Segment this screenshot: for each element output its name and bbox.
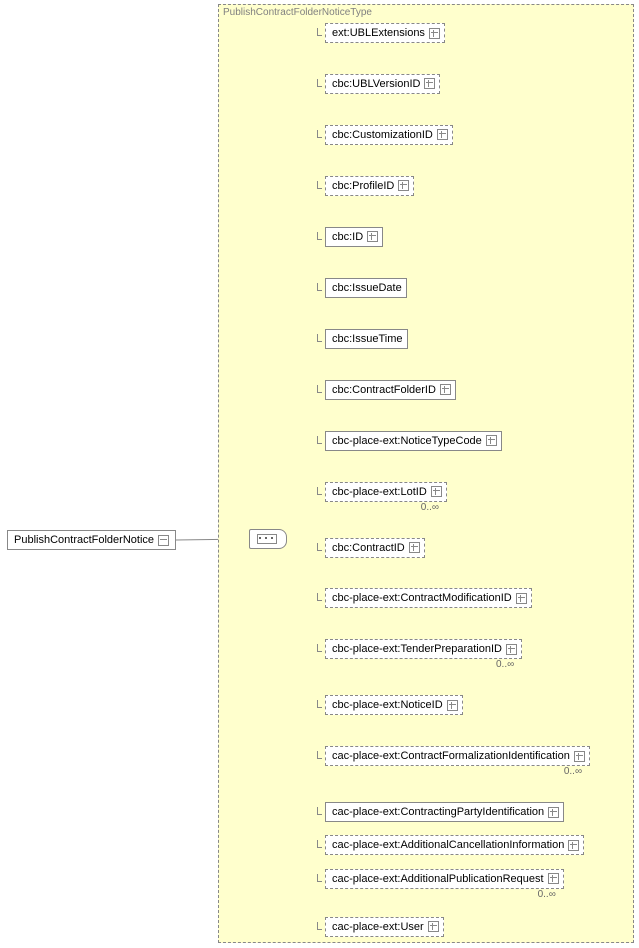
type-label: PublishContractFolderNoticeType [223,7,372,18]
expand-icon[interactable] [367,231,378,242]
expand-icon[interactable] [429,28,440,39]
expand-icon[interactable] [424,78,435,89]
root-element[interactable]: PublishContractFolderNotice [7,530,176,550]
expand-icon[interactable] [516,593,527,604]
element-label: cbc:IssueDate [332,282,402,294]
expand-icon[interactable] [447,700,458,711]
element-label: cbc:CustomizationID [332,129,433,141]
element-issuetime[interactable]: cbc:IssueTime [325,329,408,349]
root-label: PublishContractFolderNotice [14,534,154,546]
expand-icon[interactable] [548,873,559,884]
tick-mark [317,130,322,138]
element-label: cbc-place-ext:LotID [332,486,427,498]
element-label: cac-place-ext:ContractFormalizationIdent… [332,750,570,762]
element-contrid[interactable]: cbc:ContractID [325,538,425,558]
element-label: cbc-place-ext:ContractModificationID [332,592,512,604]
tick-mark [317,28,322,36]
element-label: cbc:ProfileID [332,180,394,192]
element-label: cbc-place-ext:NoticeTypeCode [332,435,482,447]
tick-mark [317,807,322,815]
element-profid[interactable]: cbc:ProfileID [325,176,414,196]
element-label: cac-place-ext:ContractingPartyIdentifica… [332,806,544,818]
element-ublext[interactable]: ext:UBLExtensions [325,23,445,43]
expand-icon[interactable] [568,840,579,851]
element-issuedate[interactable]: cbc:IssueDate [325,278,407,298]
element-label: cac-place-ext:AdditionalPublicationReque… [332,873,544,885]
tick-mark [317,593,322,601]
expand-icon[interactable] [398,180,409,191]
element-notcode[interactable]: cbc-place-ext:NoticeTypeCode [325,431,502,451]
occurrence-label: 0..∞ [564,766,582,777]
expand-icon[interactable] [437,129,448,140]
element-label: cbc:ContractFolderID [332,384,436,396]
element-label: cbc:ContractID [332,542,405,554]
element-cfi[interactable]: cac-place-ext:ContractFormalizationIdent… [325,746,590,766]
tick-mark [317,543,322,551]
expand-icon[interactable] [486,435,497,446]
collapse-icon[interactable] [158,535,169,546]
expand-icon[interactable] [548,807,559,818]
occurrence-label: 0..∞ [496,659,514,670]
tick-mark [317,700,322,708]
element-label: ext:UBLExtensions [332,27,425,39]
element-label: cbc-place-ext:NoticeID [332,699,443,711]
tick-mark [317,232,322,240]
sequence-compositor[interactable] [249,529,287,549]
expand-icon[interactable] [440,384,451,395]
element-cpi[interactable]: cac-place-ext:ContractingPartyIdentifica… [325,802,564,822]
tick-mark [317,644,322,652]
element-user[interactable]: cac-place-ext:User [325,917,444,937]
element-label: cbc:ID [332,231,363,243]
expand-icon[interactable] [409,542,420,553]
expand-icon[interactable] [431,486,442,497]
element-ublver[interactable]: cbc:UBLVersionID [325,74,440,94]
occurrence-label: 0..∞ [421,502,439,513]
tick-mark [317,922,322,930]
tick-mark [317,840,322,848]
element-aci[interactable]: cac-place-ext:AdditionalCancellationInfo… [325,835,584,855]
element-cfid[interactable]: cbc:ContractFolderID [325,380,456,400]
tick-mark [317,385,322,393]
occurrence-label: 0..∞ [538,889,556,900]
element-lotid[interactable]: cbc-place-ext:LotID [325,482,447,502]
tick-mark [317,79,322,87]
tick-mark [317,436,322,444]
expand-icon[interactable] [574,751,585,762]
element-cmodid[interactable]: cbc-place-ext:ContractModificationID [325,588,532,608]
element-label: cbc:IssueTime [332,333,403,345]
tick-mark [317,181,322,189]
tick-mark [317,751,322,759]
tick-mark [317,334,322,342]
element-label: cbc:UBLVersionID [332,78,420,90]
tick-mark [317,283,322,291]
element-apr[interactable]: cac-place-ext:AdditionalPublicationReque… [325,869,564,889]
expand-icon[interactable] [506,644,517,655]
tick-mark [317,874,322,882]
element-label: cbc-place-ext:TenderPreparationID [332,643,502,655]
element-notid[interactable]: cbc-place-ext:NoticeID [325,695,463,715]
tick-mark [317,487,322,495]
element-custid[interactable]: cbc:CustomizationID [325,125,453,145]
element-id[interactable]: cbc:ID [325,227,383,247]
element-label: cac-place-ext:User [332,921,424,933]
element-label: cac-place-ext:AdditionalCancellationInfo… [332,839,564,851]
element-tprepid[interactable]: cbc-place-ext:TenderPreparationID [325,639,522,659]
expand-icon[interactable] [428,921,439,932]
